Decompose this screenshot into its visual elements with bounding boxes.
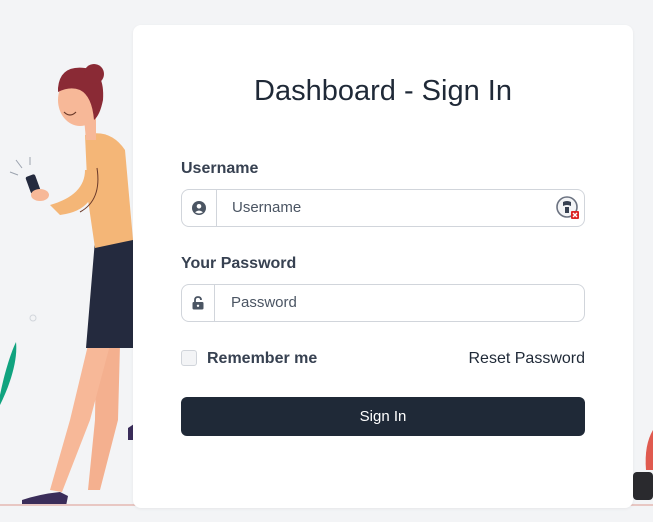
remember-me-label[interactable]: Remember me — [207, 350, 317, 368]
username-input-group — [181, 189, 585, 227]
page-title: Dashboard - Sign In — [254, 75, 512, 107]
password-label: Your Password — [181, 255, 297, 272]
username-label: Username — [181, 160, 259, 177]
sign-in-card: Dashboard - Sign In Username Your Passwo… — [133, 25, 633, 508]
username-input[interactable] — [232, 190, 532, 226]
password-input-group — [181, 284, 585, 322]
user-circle-icon — [182, 190, 217, 226]
remember-me-checkbox[interactable] — [181, 350, 197, 366]
password-manager-extension-icon[interactable] — [556, 196, 580, 225]
reset-password-link[interactable]: Reset Password — [469, 350, 586, 368]
sign-in-button[interactable]: Sign In — [181, 397, 585, 436]
password-input[interactable] — [231, 285, 531, 321]
unlock-icon — [182, 285, 215, 321]
